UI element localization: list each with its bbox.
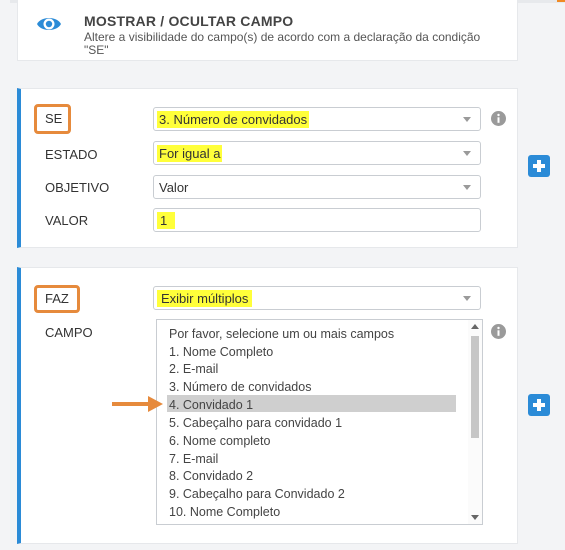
faz-select[interactable]: Exibir múltiplos <box>153 286 481 310</box>
add-condition-button[interactable] <box>528 155 550 177</box>
valor-input[interactable]: 1 <box>153 208 481 232</box>
list-item-selected[interactable]: 4. Convidado 1 <box>169 398 253 412</box>
se-field-select[interactable]: 3. Número de convidados <box>153 107 481 131</box>
valor-value: 1 <box>157 212 176 229</box>
header-description: Altere a visibilidade do campo(s) de aco… <box>84 30 481 57</box>
estado-label: ESTADO <box>45 147 98 162</box>
faz-value: Exibir múltiplos <box>157 290 253 307</box>
valor-label: VALOR <box>45 213 89 228</box>
add-action-button[interactable] <box>528 394 550 416</box>
list-item[interactable]: 8. Convidado 2 <box>169 469 253 483</box>
condition-card: SE 3. Número de convidados ESTADO For ig… <box>17 88 518 248</box>
chevron-down-icon <box>463 151 471 156</box>
se-label: SE <box>45 111 63 126</box>
scroll-up-icon[interactable] <box>471 324 479 329</box>
header-card: MOSTRAR / OCULTAR CAMPO Altere a visibil… <box>17 0 518 61</box>
faz-label: FAZ <box>45 291 69 306</box>
list-item[interactable]: 7. E-mail <box>169 452 218 466</box>
list-item[interactable]: 2. E-mail <box>169 362 218 376</box>
estado-select[interactable]: For igual a <box>153 141 481 165</box>
listbox-scrollbar[interactable] <box>468 320 482 524</box>
se-field-value: 3. Número de convidados <box>157 111 310 128</box>
info-icon[interactable] <box>491 324 506 339</box>
estado-value: For igual a <box>157 145 223 162</box>
list-item[interactable]: Por favor, selecione um ou mais campos <box>169 327 394 341</box>
objetivo-select[interactable]: Valor <box>153 175 481 199</box>
info-icon[interactable] <box>491 111 506 126</box>
chevron-down-icon <box>463 185 471 190</box>
list-item[interactable]: 3. Número de convidados <box>169 380 311 394</box>
scrollbar-thumb[interactable] <box>471 336 479 438</box>
campo-label: CAMPO <box>45 325 93 340</box>
scroll-down-icon[interactable] <box>471 515 479 520</box>
eye-icon <box>37 18 61 30</box>
objetivo-value: Valor <box>159 180 189 195</box>
list-item[interactable]: 1. Nome Completo <box>169 345 273 359</box>
header-title: MOSTRAR / OCULTAR CAMPO <box>84 13 294 29</box>
list-item[interactable]: 5. Cabeçalho para convidado 1 <box>169 416 342 430</box>
list-item[interactable]: 9. Cabeçalho para Convidado 2 <box>169 487 345 501</box>
list-item[interactable]: 10. Nome Completo <box>169 505 280 519</box>
chevron-down-icon <box>463 117 471 122</box>
campo-multiselect[interactable]: Por favor, selecione um ou mais campos 1… <box>156 319 483 525</box>
arrow-right-icon <box>112 396 163 412</box>
action-card: FAZ Exibir múltiplos CAMPO Por favor, se… <box>17 267 518 544</box>
objetivo-label: OBJETIVO <box>45 180 110 195</box>
chevron-down-icon <box>463 296 471 301</box>
list-item[interactable]: 6. Nome completo <box>169 434 270 448</box>
